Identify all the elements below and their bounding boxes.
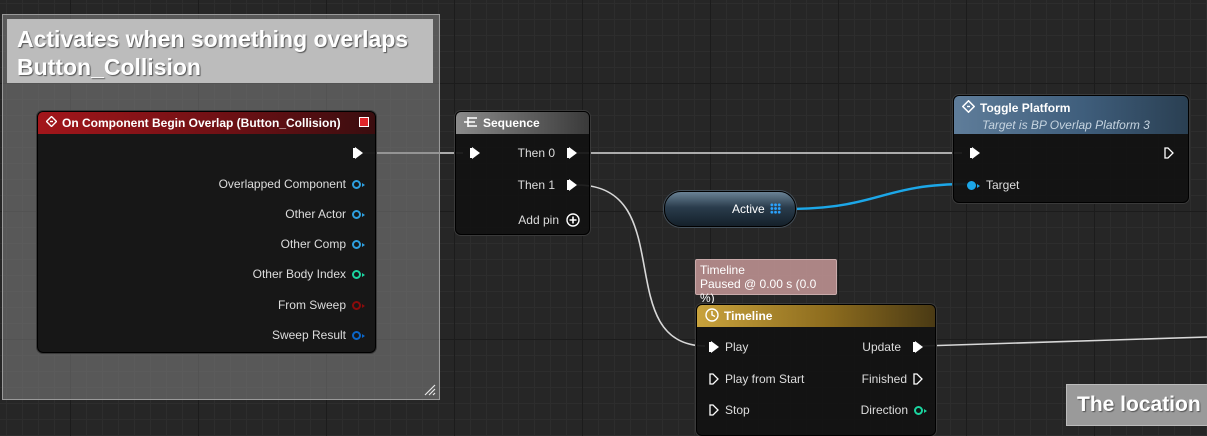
exec-out-icon[interactable] (567, 179, 577, 191)
pin-label: Overlapped Component (218, 177, 346, 191)
pin-row-then-1[interactable]: Then 1 (518, 178, 577, 192)
exec-out-icon[interactable] (913, 341, 923, 353)
bool-pin-icon[interactable] (352, 300, 365, 310)
pin-label: Target (986, 178, 1020, 192)
add-pin-label: Add pin (518, 213, 559, 227)
node-header: Toggle Platform Target is BP Overlap Pla… (954, 96, 1188, 134)
event-diamond-icon (45, 115, 58, 130)
resize-grip-icon[interactable] (424, 384, 436, 396)
comment-title-location: The location (1077, 393, 1201, 416)
timeline-status-bubble: Timeline Paused @ 0.00 s (0.0 %) (695, 259, 837, 305)
struct-pin-icon[interactable] (352, 330, 365, 340)
toggle-platform-node[interactable]: Toggle Platform Target is BP Overlap Pla… (953, 95, 1189, 203)
pin-label: Other Body Index (252, 267, 346, 281)
exec-in-icon[interactable] (970, 147, 980, 159)
clock-icon (705, 307, 719, 325)
object-pin-icon[interactable] (352, 209, 365, 219)
pin-row-stop[interactable]: Stop (709, 403, 750, 417)
node-header: Sequence (456, 112, 589, 134)
object-pin-icon[interactable] (352, 179, 365, 189)
on-component-begin-overlap-node[interactable]: On Component Begin Overlap (Button_Colli… (37, 111, 376, 353)
node-title: Timeline (724, 309, 773, 323)
node-title: On Component Begin Overlap (Button_Colli… (62, 116, 341, 130)
pin-label: Then 0 (517, 146, 555, 160)
pin-label: Direction (860, 403, 908, 417)
exec-out-unconnected-icon[interactable] (1164, 147, 1174, 159)
exec-in-icon[interactable] (709, 341, 719, 353)
pin-row-then-0[interactable]: Then 0 (518, 146, 577, 160)
exec-out-pin[interactable] (353, 146, 363, 160)
node-header: Timeline (697, 305, 935, 327)
pin-row-other-actor[interactable]: Other Actor (51, 207, 365, 221)
pin-label: Then 1 (517, 178, 555, 192)
pin-label: Sweep Result (271, 328, 346, 342)
pin-label: Play from Start (725, 372, 805, 386)
array-pin-icon[interactable] (770, 203, 781, 214)
pin-label: Stop (725, 403, 750, 417)
pin-label: Update (862, 340, 901, 354)
exec-in-pin[interactable] (470, 147, 480, 159)
add-pin-button[interactable]: Add pin (518, 213, 580, 227)
variable-label: Active (732, 202, 765, 216)
pin-row-play-from-start[interactable]: Play from Start (709, 372, 804, 386)
object-wire-active-to-target (785, 182, 969, 211)
pin-row-update[interactable]: Update (862, 340, 923, 354)
pin-row-overlapped-component[interactable]: Overlapped Component (51, 177, 365, 191)
add-pin-icon[interactable] (566, 213, 580, 227)
node-title: Sequence (483, 116, 540, 130)
exec-out-unconnected-icon[interactable] (913, 373, 923, 385)
node-header: On Component Begin Overlap (Button_Colli… (38, 112, 375, 134)
exec-out-icon[interactable] (567, 147, 577, 159)
function-diamond-icon (961, 99, 976, 116)
exec-in-icon[interactable] (470, 147, 480, 159)
exec-out-icon[interactable] (353, 147, 363, 159)
exec-in-unconnected-icon[interactable] (709, 373, 719, 385)
object-pin-icon[interactable] (967, 180, 980, 190)
integer-pin-icon[interactable] (352, 269, 365, 279)
timeline-node[interactable]: Timeline Play Play from Start Stop Updat… (696, 304, 936, 436)
pin-row-finished[interactable]: Finished (862, 372, 923, 386)
delegate-pin-icon[interactable] (359, 117, 369, 127)
node-subtitle: Target is BP Overlap Platform 3 (982, 118, 1150, 132)
bubble-line-2: Paused @ 0.00 s (0.0 %) (700, 277, 817, 305)
object-pin-icon[interactable] (352, 239, 365, 249)
pin-row-target[interactable]: Target (967, 178, 1019, 192)
active-variable-node[interactable]: Active (664, 191, 796, 227)
exec-in-pin[interactable] (970, 147, 980, 159)
exec-out-pin[interactable] (1164, 147, 1174, 159)
comment-title[interactable]: Activates when something overlaps Button… (7, 19, 433, 83)
pin-row-from-sweep[interactable]: From Sweep (51, 298, 365, 312)
sequence-node[interactable]: Sequence Then 0 Then 1 Add pin (455, 111, 590, 235)
pin-label: Other Comp (280, 237, 346, 251)
pin-row-other-comp[interactable]: Other Comp (51, 237, 365, 251)
node-title: Toggle Platform (980, 101, 1071, 115)
pin-row-other-body-index[interactable]: Other Body Index (51, 267, 365, 281)
pin-row-direction[interactable]: Direction (860, 403, 927, 417)
pin-label: From Sweep (277, 298, 346, 312)
pin-row-sweep-result[interactable]: Sweep Result (51, 328, 365, 342)
sequence-icon (464, 116, 478, 131)
bubble-line-1: Timeline (700, 263, 745, 277)
comment-box-location[interactable]: The location (1066, 384, 1207, 426)
enum-pin-icon[interactable] (914, 405, 927, 415)
pin-label: Play (725, 340, 749, 354)
pin-label: Finished (861, 372, 907, 386)
pin-label: Other Actor (285, 207, 346, 221)
exec-in-unconnected-icon[interactable] (709, 404, 719, 416)
pin-row-play[interactable]: Play (709, 340, 748, 354)
exec-wire-update-out (921, 336, 1207, 347)
